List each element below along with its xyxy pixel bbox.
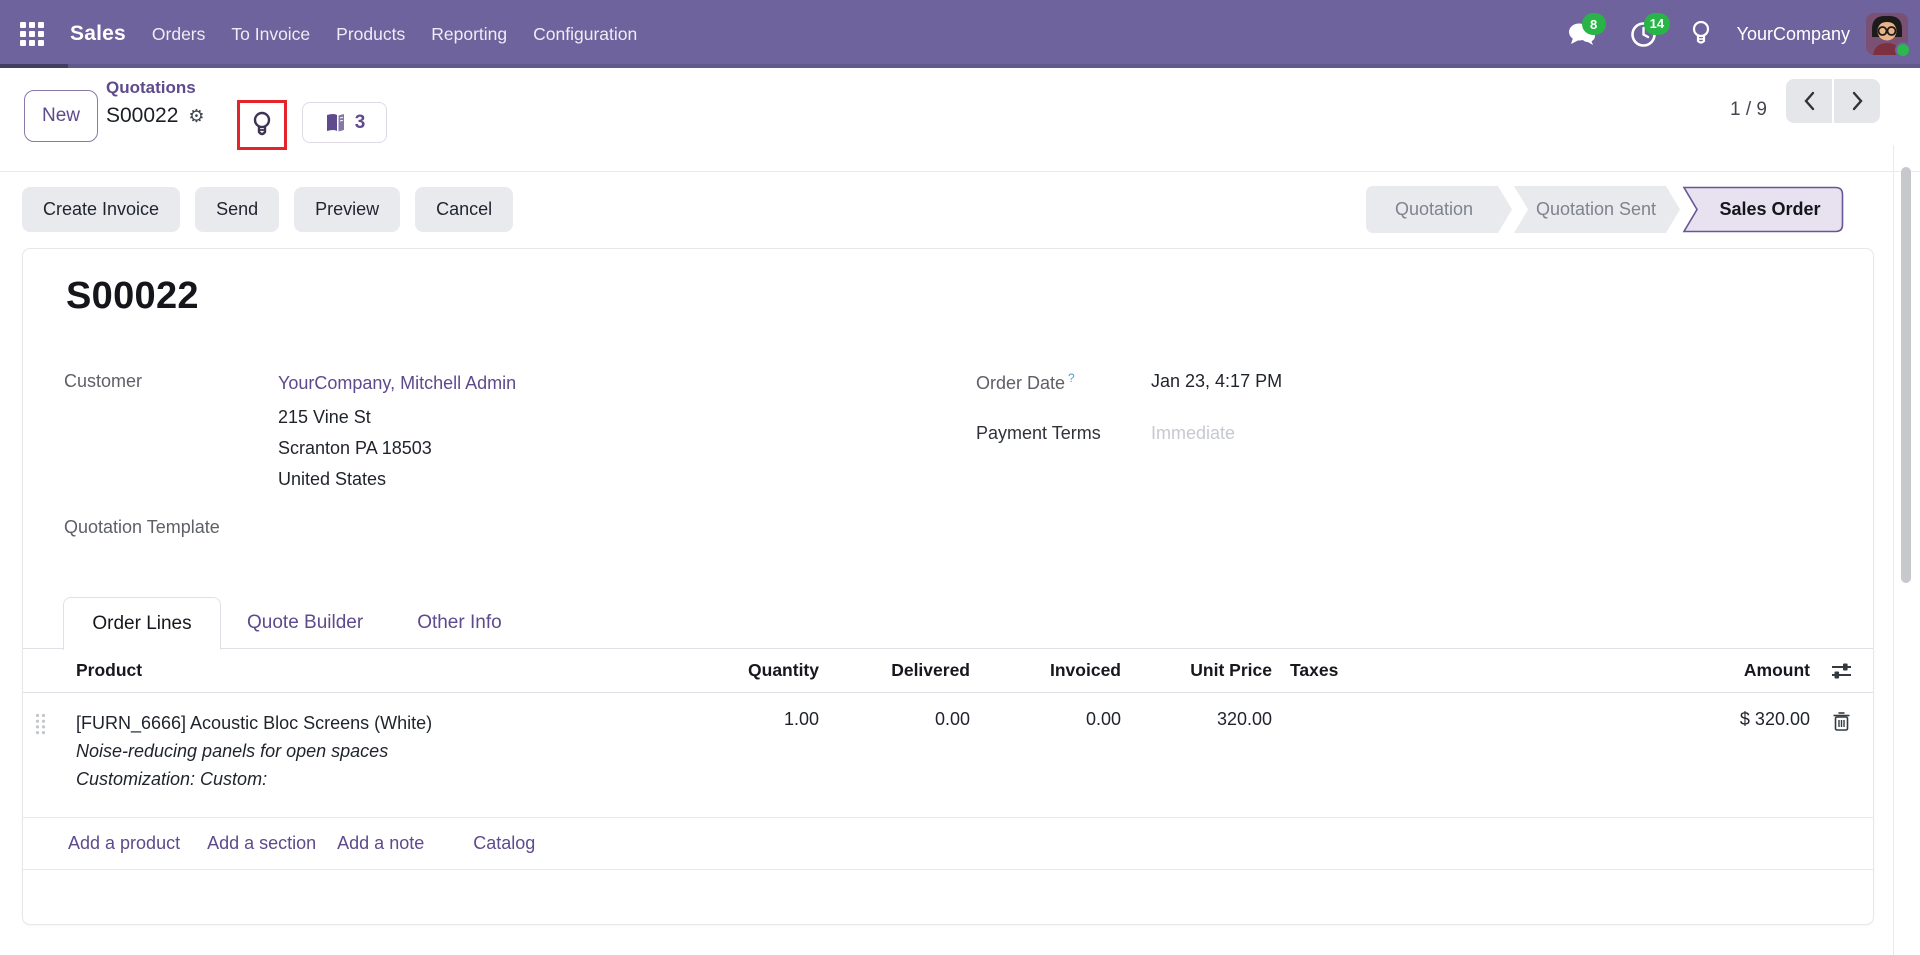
status-step-sales-order-label: Sales Order: [1696, 186, 1844, 233]
send-button[interactable]: Send: [195, 187, 279, 232]
highlight-red-box: [237, 100, 287, 150]
product-description: Noise-reducing panels for open spaces Cu…: [76, 737, 597, 793]
control-panel: New Quotations S00022 ⚙ 3 1 / 9: [0, 68, 1920, 172]
app-brand[interactable]: Sales: [70, 22, 126, 46]
nav-item-to-invoice[interactable]: To Invoice: [231, 24, 310, 45]
unit-price-cell[interactable]: 320.00: [1121, 709, 1272, 793]
drag-handle-icon[interactable]: [35, 713, 46, 735]
taxes-cell[interactable]: [1272, 709, 1723, 793]
catalog-link[interactable]: Catalog: [473, 833, 535, 854]
messages-count-badge: 8: [1582, 13, 1606, 35]
pager-previous-button[interactable]: [1786, 79, 1832, 123]
col-header-invoiced[interactable]: Invoiced: [970, 660, 1121, 681]
top-navbar: Sales Orders To Invoice Products Reporti…: [0, 0, 1920, 68]
table-row[interactable]: [FURN_6666] Acoustic Bloc Screens (White…: [23, 693, 1873, 818]
customer-name-link[interactable]: YourCompany, Mitchell Admin: [278, 371, 516, 395]
tab-other-info[interactable]: Other Info: [417, 612, 502, 634]
col-header-unit-price[interactable]: Unit Price: [1121, 660, 1272, 681]
online-status-dot: [1895, 42, 1911, 58]
col-header-taxes[interactable]: Taxes: [1272, 660, 1723, 681]
nav-item-configuration[interactable]: Configuration: [533, 24, 637, 45]
product-description-line2: Customization: Custom:: [76, 765, 597, 793]
chevron-right-icon: [1851, 91, 1864, 111]
payment-terms-input[interactable]: Immediate: [1151, 423, 1235, 444]
customer-field: YourCompany, Mitchell Admin 215 Vine St …: [278, 371, 516, 495]
activities-count-badge: 14: [1644, 13, 1670, 35]
company-switcher[interactable]: YourCompany: [1737, 24, 1850, 45]
chevron-left-icon: [1803, 91, 1816, 111]
pager-next-button[interactable]: [1834, 79, 1880, 123]
quantity-cell[interactable]: 1.00: [597, 709, 819, 793]
new-button[interactable]: New: [24, 90, 98, 142]
order-title: S00022: [66, 275, 199, 318]
delete-row-icon[interactable]: [1833, 712, 1850, 731]
quotation-template-label: Quotation Template: [64, 517, 220, 538]
nav-item-products[interactable]: Products: [336, 24, 405, 45]
order-lines-table: Product Quantity Delivered Invoiced Unit…: [23, 649, 1873, 870]
product-description-line1: Noise-reducing panels for open spaces: [76, 737, 597, 765]
table-header-row: Product Quantity Delivered Invoiced Unit…: [23, 649, 1873, 693]
status-step-sales-order-active: Sales Order: [1682, 186, 1844, 233]
notebook-tabs: Order Lines Quote Builder Other Info: [23, 597, 1873, 649]
customer-address-line1: 215 Vine St: [278, 402, 516, 433]
col-header-product[interactable]: Product: [57, 660, 597, 681]
help-question-icon: ?: [1068, 371, 1075, 385]
product-name-cell[interactable]: [FURN_6666] Acoustic Bloc Screens (White…: [76, 713, 432, 733]
col-header-amount[interactable]: Amount: [1723, 660, 1810, 681]
apps-grid-icon[interactable]: [20, 22, 44, 46]
cancel-button[interactable]: Cancel: [415, 187, 513, 232]
delivered-cell[interactable]: 0.00: [819, 709, 970, 793]
invoiced-cell[interactable]: 0.00: [970, 709, 1121, 793]
breadcrumb: Quotations S00022 ⚙: [106, 78, 205, 128]
scrollbar-thumb[interactable]: [1901, 167, 1911, 583]
form-sheet: S00022 Customer YourCompany, Mitchell Ad…: [22, 248, 1874, 925]
tab-order-lines[interactable]: Order Lines: [63, 597, 221, 650]
status-step-quotation[interactable]: Quotation: [1366, 186, 1512, 233]
messages-icon[interactable]: 8: [1568, 21, 1596, 47]
order-date-label: Order Date?: [976, 371, 1075, 394]
nav-item-reporting[interactable]: Reporting: [431, 24, 507, 45]
attachments-button[interactable]: 3: [302, 102, 387, 143]
gear-icon[interactable]: ⚙: [188, 107, 204, 125]
breadcrumb-quotations-link[interactable]: Quotations: [106, 78, 205, 98]
order-date-value[interactable]: Jan 23, 4:17 PM: [1151, 371, 1282, 392]
optional-columns-icon[interactable]: [1831, 662, 1852, 680]
user-menu[interactable]: [1866, 13, 1908, 55]
tips-lightbulb-icon[interactable]: [252, 110, 272, 140]
tips-icon[interactable]: [1691, 20, 1711, 48]
status-step-quotation-sent[interactable]: Quotation Sent: [1514, 186, 1680, 233]
statusbar: Quotation Quotation Sent Sales Order: [1366, 186, 1844, 233]
attachments-count: 3: [355, 112, 366, 134]
col-header-quantity[interactable]: Quantity: [597, 660, 819, 681]
payment-terms-label: Payment Terms: [976, 423, 1101, 444]
breadcrumb-current-record: S00022: [106, 104, 178, 128]
book-icon: [324, 113, 346, 133]
amount-cell: $ 320.00: [1723, 709, 1810, 793]
nav-item-orders[interactable]: Orders: [152, 24, 205, 45]
customer-address-line2: Scranton PA 18503: [278, 433, 516, 464]
add-a-note-link[interactable]: Add a note: [337, 833, 424, 854]
add-a-product-link[interactable]: Add a product: [68, 833, 180, 854]
activities-icon[interactable]: 14: [1630, 21, 1657, 48]
add-a-section-link[interactable]: Add a section: [207, 833, 316, 854]
preview-button[interactable]: Preview: [294, 187, 400, 232]
lightbulb-icon: [1691, 20, 1711, 48]
action-button-bar: Create Invoice Send Preview Cancel: [22, 187, 513, 232]
add-line-row: Add a product Add a section Add a note C…: [23, 818, 1873, 870]
pager: [1786, 79, 1880, 123]
tab-quote-builder[interactable]: Quote Builder: [247, 612, 363, 634]
customer-label: Customer: [64, 371, 142, 392]
pager-value[interactable]: 1 / 9: [1730, 99, 1767, 121]
col-header-delivered[interactable]: Delivered: [819, 660, 970, 681]
create-invoice-button[interactable]: Create Invoice: [22, 187, 180, 232]
customer-address-line3: United States: [278, 464, 516, 495]
